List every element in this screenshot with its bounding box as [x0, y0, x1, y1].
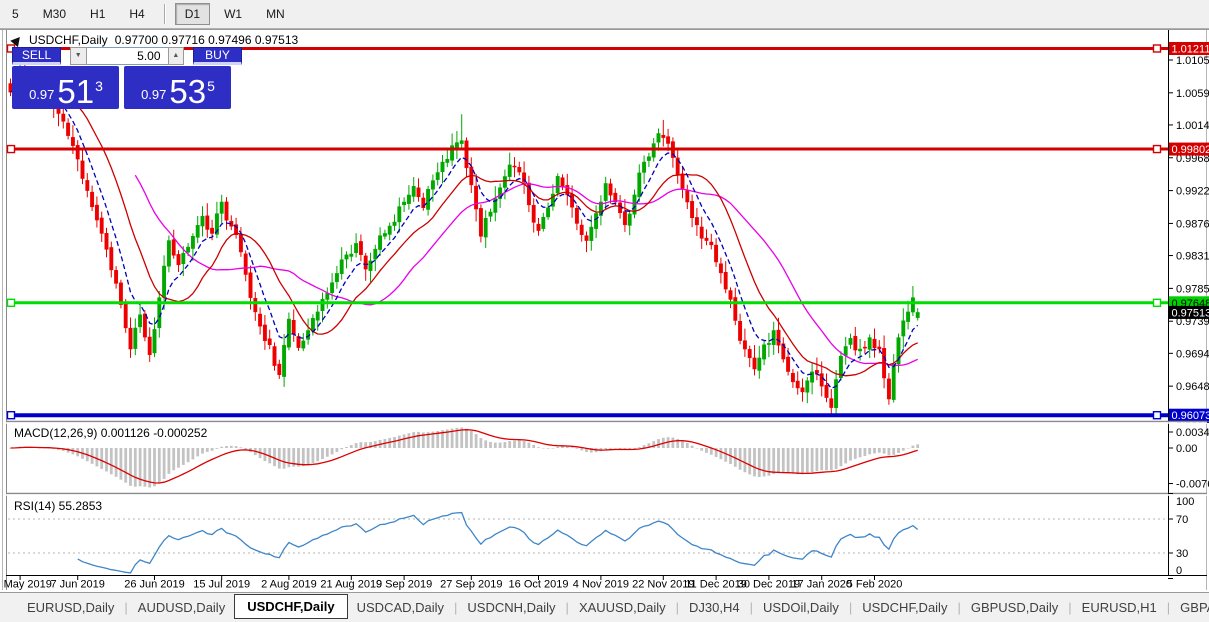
date-tick-label[interactable]: 7 Jun 2019 — [50, 579, 104, 591]
date-tick-label[interactable]: 5 Feb 2020 — [847, 579, 903, 591]
tab-eurusd-daily[interactable]: EURUSD,Daily — [18, 595, 123, 620]
tab-eurusd-h1[interactable]: EURUSD,H1 — [1073, 595, 1166, 620]
bid-price-box[interactable]: 0.97 51 3 — [12, 66, 119, 109]
tab-xauusd-daily[interactable]: XAUUSD,Daily — [570, 595, 675, 620]
tab-usdcnh-daily[interactable]: USDCNH,Daily — [458, 595, 564, 620]
hline-handle[interactable] — [6, 411, 16, 420]
tf-button-w1[interactable]: W1 — [214, 3, 252, 25]
chevron-up-icon: ▲ — [172, 52, 180, 59]
hline-handle[interactable] — [1152, 144, 1162, 154]
price-tick-label: 0.99220 — [1176, 186, 1209, 198]
macd-axis-label: 0.00 — [1176, 443, 1197, 455]
date-tick-label[interactable]: 16 Oct 2019 — [509, 579, 569, 591]
tab-dj30-h4[interactable]: DJ30,H4 — [680, 595, 749, 620]
price-tick-label: 0.98760 — [1176, 218, 1209, 230]
symbol-tabbar: EURUSD,Daily | AUDUSD,Daily USDCHF,Daily USD… — [0, 592, 1209, 622]
one-click-trade-panel: SELL ▼ ▲ BUY 0.97 51 3 0.97 53 5 — [12, 47, 242, 109]
tf-button-5[interactable]: 5 — [2, 3, 29, 25]
date-tick-label[interactable]: 2 Aug 2019 — [261, 579, 317, 591]
date-tick-label[interactable]: 26 Jun 2019 — [124, 579, 185, 591]
price-tick-label: 1.00590 — [1176, 88, 1209, 100]
tab-usdchf-daily[interactable]: USDCHF,Daily — [853, 595, 956, 620]
lot-decrease-button[interactable]: ▼ — [69, 47, 87, 65]
tab-usdcad-daily[interactable]: USDCAD,Daily — [348, 595, 453, 620]
date-tick-label[interactable]: 27 Sep 2019 — [440, 579, 502, 591]
hline-handle[interactable] — [6, 298, 16, 307]
macd-axis-label: 0.003428 — [1176, 427, 1209, 439]
ask-price-box[interactable]: 0.97 53 5 — [124, 66, 231, 109]
buy-button[interactable]: BUY — [193, 47, 242, 65]
rsi-indicator-label: RSI(14) 55.2853 — [14, 499, 103, 513]
hline-handle[interactable] — [1152, 44, 1162, 53]
rsi-axis-label: 30 — [1176, 548, 1188, 560]
tab-audusd-daily[interactable]: AUDUSD,Daily — [129, 595, 234, 620]
price-tag-0.96073: 0.96073 — [1172, 410, 1209, 422]
hline-handle[interactable] — [1152, 411, 1162, 420]
lot-size-input[interactable] — [86, 47, 168, 65]
macd-indicator-label: MACD(12,26,9) 0.001126 -0.000252 — [14, 426, 208, 440]
tab-usdoil-daily[interactable]: USDOil,Daily — [754, 595, 848, 620]
bid-price-prefix: 0.97 — [29, 87, 55, 102]
hline-handle[interactable] — [1152, 298, 1162, 307]
bid-price-point: 3 — [95, 78, 103, 94]
price-tick-label: 1.00140 — [1176, 120, 1209, 132]
timeframe-toolbar: 5 M30 H1 H4 D1 W1 MN — [0, 0, 1209, 29]
hline-handle[interactable] — [6, 144, 16, 154]
trading-terminal: { "toolbar": { "timeframes": [ {"label":… — [0, 0, 1209, 622]
toolbar-separator — [163, 4, 166, 24]
date-tick-label[interactable]: 17 Jan 2020 — [791, 579, 852, 591]
sell-button[interactable]: SELL — [12, 47, 61, 65]
date-tick-label[interactable]: 21 Aug 2019 — [320, 579, 382, 591]
tab-usdchf-daily[interactable]: USDCHF,Daily — [234, 594, 348, 619]
tf-button-mn[interactable]: MN — [256, 3, 295, 25]
date-tick-label[interactable]: 9 Sep 2019 — [376, 579, 432, 591]
date-tick-label[interactable]: 4 Nov 2019 — [573, 579, 629, 591]
chart-title: USDCHF,Daily — [29, 33, 108, 47]
date-axis: 20 May 20197 Jun 2019 26 Jun 2019 15 Jul 2… — [0, 575, 903, 591]
tf-button-m30[interactable]: M30 — [33, 3, 76, 25]
tf-button-d1[interactable]: D1 — [174, 3, 211, 25]
date-tick-label[interactable]: 15 Jul 2019 — [193, 579, 250, 591]
price-tick-label: 0.98310 — [1176, 251, 1209, 263]
price-tick-label: 0.96940 — [1176, 348, 1209, 360]
price-tick-label: 0.96480 — [1176, 381, 1209, 393]
price-tag-1.01211: 1.01211 — [1172, 43, 1209, 55]
price-tag-0.99802: 0.99802 — [1172, 144, 1209, 156]
ask-price-point: 5 — [207, 78, 215, 94]
rsi-axis-label: 100 — [1176, 496, 1194, 508]
lot-increase-button[interactable]: ▲ — [167, 47, 185, 65]
date-tick-label[interactable]: 20 May 2019 — [0, 579, 52, 591]
tf-button-h1[interactable]: H1 — [80, 3, 115, 25]
tab-gbpusd-daily[interactable]: GBPUSD,Daily — [962, 595, 1067, 620]
price-tick-label: 0.97850 — [1176, 283, 1209, 295]
price-tick-label: 1.01050 — [1176, 55, 1209, 67]
tf-button-h4[interactable]: H4 — [119, 3, 154, 25]
ask-price-prefix: 0.97 — [141, 87, 167, 102]
chevron-down-icon: ▼ — [74, 52, 82, 59]
price-tag-0.97513: 0.97513 — [1172, 307, 1209, 319]
subwindow-arrow-icon[interactable] — [10, 33, 24, 47]
chart-ohlc-values: 0.97700 0.97716 0.97496 0.97513 — [114, 33, 299, 47]
bid-price-pips: 51 — [57, 73, 95, 110]
rsi-axis-label: 70 — [1176, 514, 1188, 526]
macd-axis-label: -0.007615 — [1176, 479, 1209, 491]
chart-titlebar: USDCHF,Daily 0.97700 0.97716 0.97496 0.9… — [10, 33, 299, 47]
tab-gbpaud-h1[interactable]: GBPAUD,H1 — [1171, 595, 1209, 620]
ask-price-pips: 53 — [169, 73, 207, 110]
